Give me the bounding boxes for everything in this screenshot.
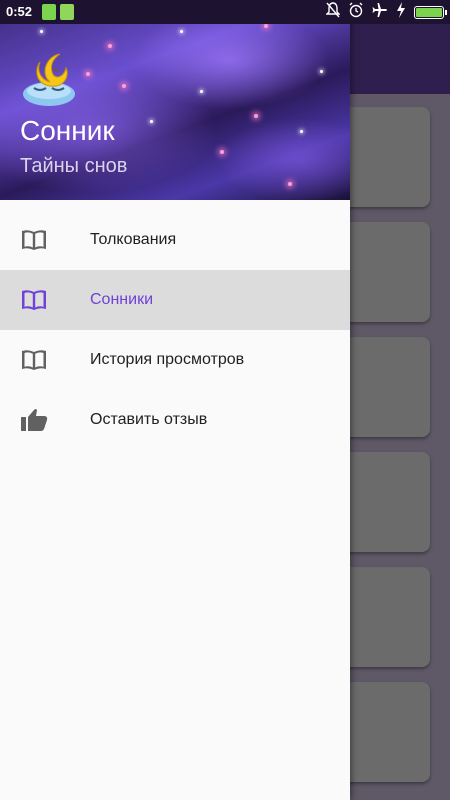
book-icon — [20, 348, 48, 372]
menu-item-interpretations[interactable]: Толкования — [0, 210, 350, 270]
status-icons — [325, 2, 447, 22]
book-icon — [20, 228, 48, 252]
menu-item-label: Толкования — [90, 231, 177, 248]
star-decoration — [220, 150, 224, 154]
menu-item-label: История просмотров — [90, 351, 245, 368]
star-decoration — [150, 120, 153, 123]
app-logo-icon — [20, 50, 78, 108]
menu-item-feedback[interactable]: Оставить отзыв — [0, 390, 350, 450]
star-decoration — [86, 72, 90, 76]
star-decoration — [320, 70, 323, 73]
status-bar: 0:52 — [0, 0, 450, 24]
star-decoration — [122, 84, 126, 88]
thumbs-up-icon — [20, 408, 48, 432]
star-decoration — [300, 130, 303, 133]
bell-off-icon — [325, 2, 341, 22]
drawer-menu: Толкования Сонники История просмотров Ос… — [0, 210, 350, 450]
airplane-icon — [372, 2, 388, 22]
menu-item-history[interactable]: История просмотров — [0, 330, 350, 390]
menu-item-label: Оставить отзыв — [90, 411, 208, 428]
star-decoration — [180, 30, 183, 33]
app-subtitle: Тайны снов — [20, 155, 128, 177]
status-time: 0:52 — [6, 4, 33, 19]
menu-item-label: Сонники — [90, 291, 153, 308]
drawer-header: Сонник Тайны снов — [0, 0, 350, 200]
star-decoration — [254, 114, 258, 118]
menu-item-dream-books[interactable]: Сонники — [0, 270, 350, 330]
battery-icon — [414, 5, 447, 19]
alarm-clock-icon — [348, 2, 364, 22]
alarm-app-icon — [60, 4, 74, 20]
charging-icon — [396, 2, 406, 22]
book-icon — [20, 288, 48, 312]
battery-fill — [416, 7, 442, 17]
star-decoration — [288, 182, 292, 186]
app-root: 0:52 Сонник Тайны снов Толкования Сонник… — [0, 0, 450, 800]
star-decoration — [200, 90, 203, 93]
navigation-drawer: Сонник Тайны снов Толкования Сонники Ист… — [0, 0, 350, 800]
star-decoration — [264, 24, 268, 28]
star-decoration — [40, 30, 43, 33]
app-title: Сонник — [20, 115, 115, 146]
battery-indicator-icon — [42, 4, 56, 20]
star-decoration — [108, 44, 112, 48]
